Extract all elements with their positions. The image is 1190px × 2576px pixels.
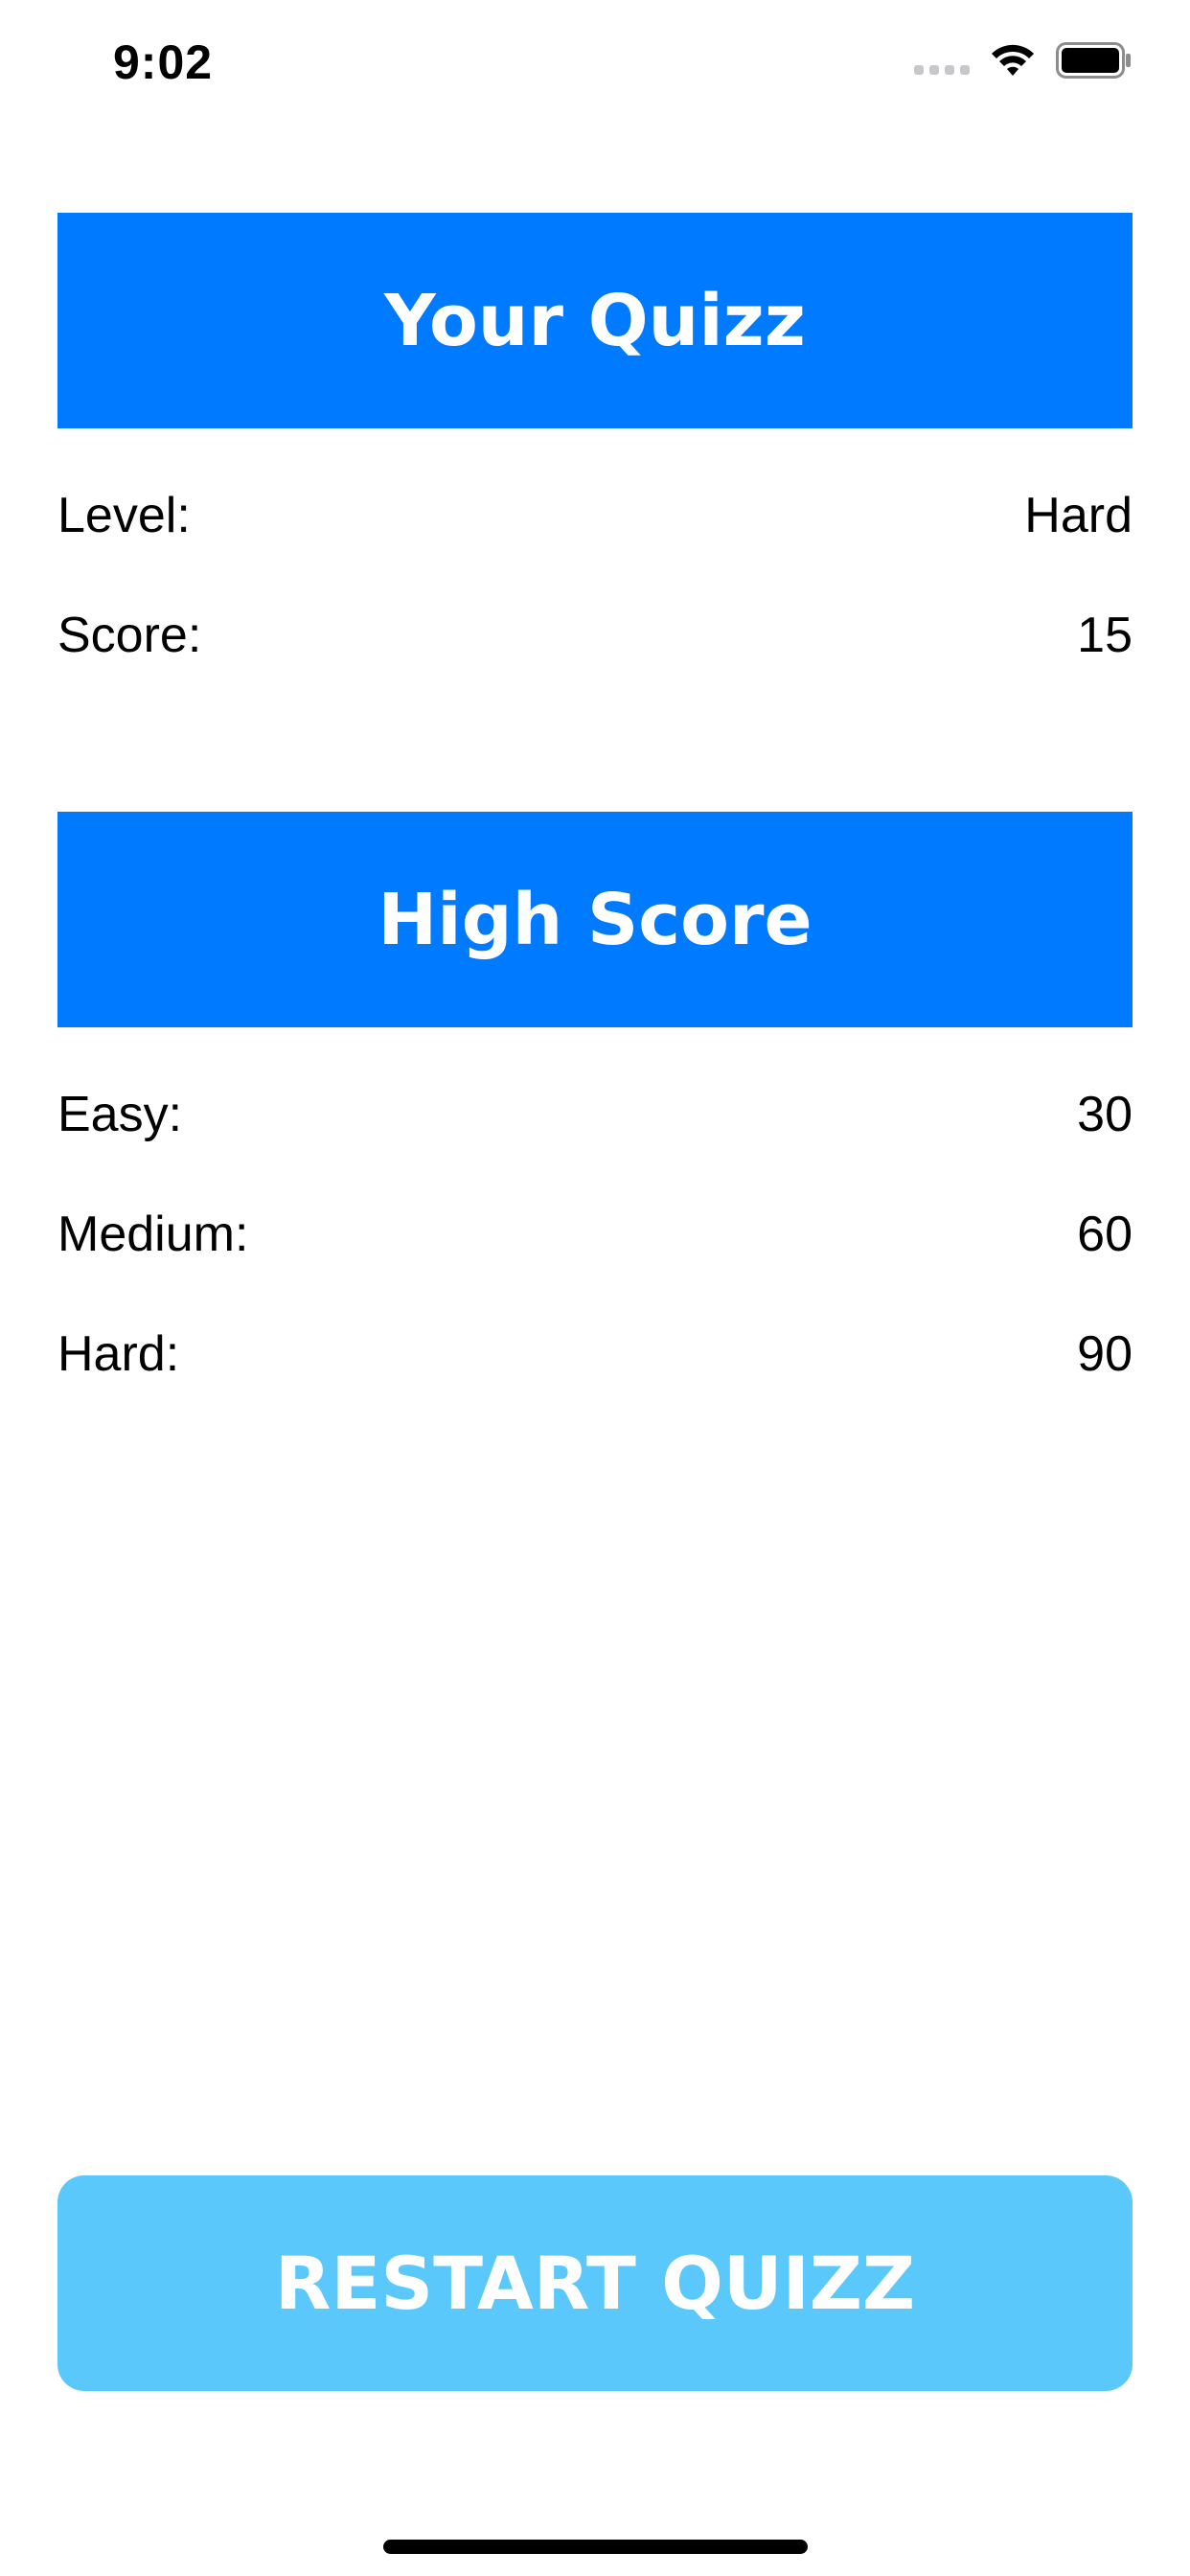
level-value: Hard <box>1024 488 1133 543</box>
home-indicator[interactable] <box>383 2540 808 2554</box>
status-time: 9:02 <box>113 35 214 89</box>
easy-value: 30 <box>1077 1087 1133 1142</box>
signal-icon <box>914 46 970 75</box>
battery-icon <box>1056 42 1133 79</box>
hard-label: Hard: <box>57 1326 180 1382</box>
status-bar: 9:02 <box>0 0 1190 126</box>
hard-value: 90 <box>1077 1326 1133 1382</box>
high-score-header: High Score <box>57 812 1133 1027</box>
medium-value: 60 <box>1077 1207 1133 1262</box>
your-quiz-header: Your Quizz <box>57 213 1133 428</box>
medium-row: Medium: 60 <box>57 1201 1133 1268</box>
level-row: Level: Hard <box>57 482 1133 549</box>
level-label: Level: <box>57 488 191 543</box>
status-icons <box>914 42 1133 79</box>
score-value: 15 <box>1077 608 1133 663</box>
wifi-icon <box>991 43 1035 78</box>
score-label: Score: <box>57 608 202 663</box>
restart-quiz-button[interactable]: RESTART QUIZZ <box>57 2175 1133 2391</box>
medium-label: Medium: <box>57 1207 249 1262</box>
easy-label: Easy: <box>57 1087 183 1142</box>
score-row: Score: 15 <box>57 602 1133 669</box>
hard-row: Hard: 90 <box>57 1321 1133 1388</box>
easy-row: Easy: 30 <box>57 1081 1133 1148</box>
